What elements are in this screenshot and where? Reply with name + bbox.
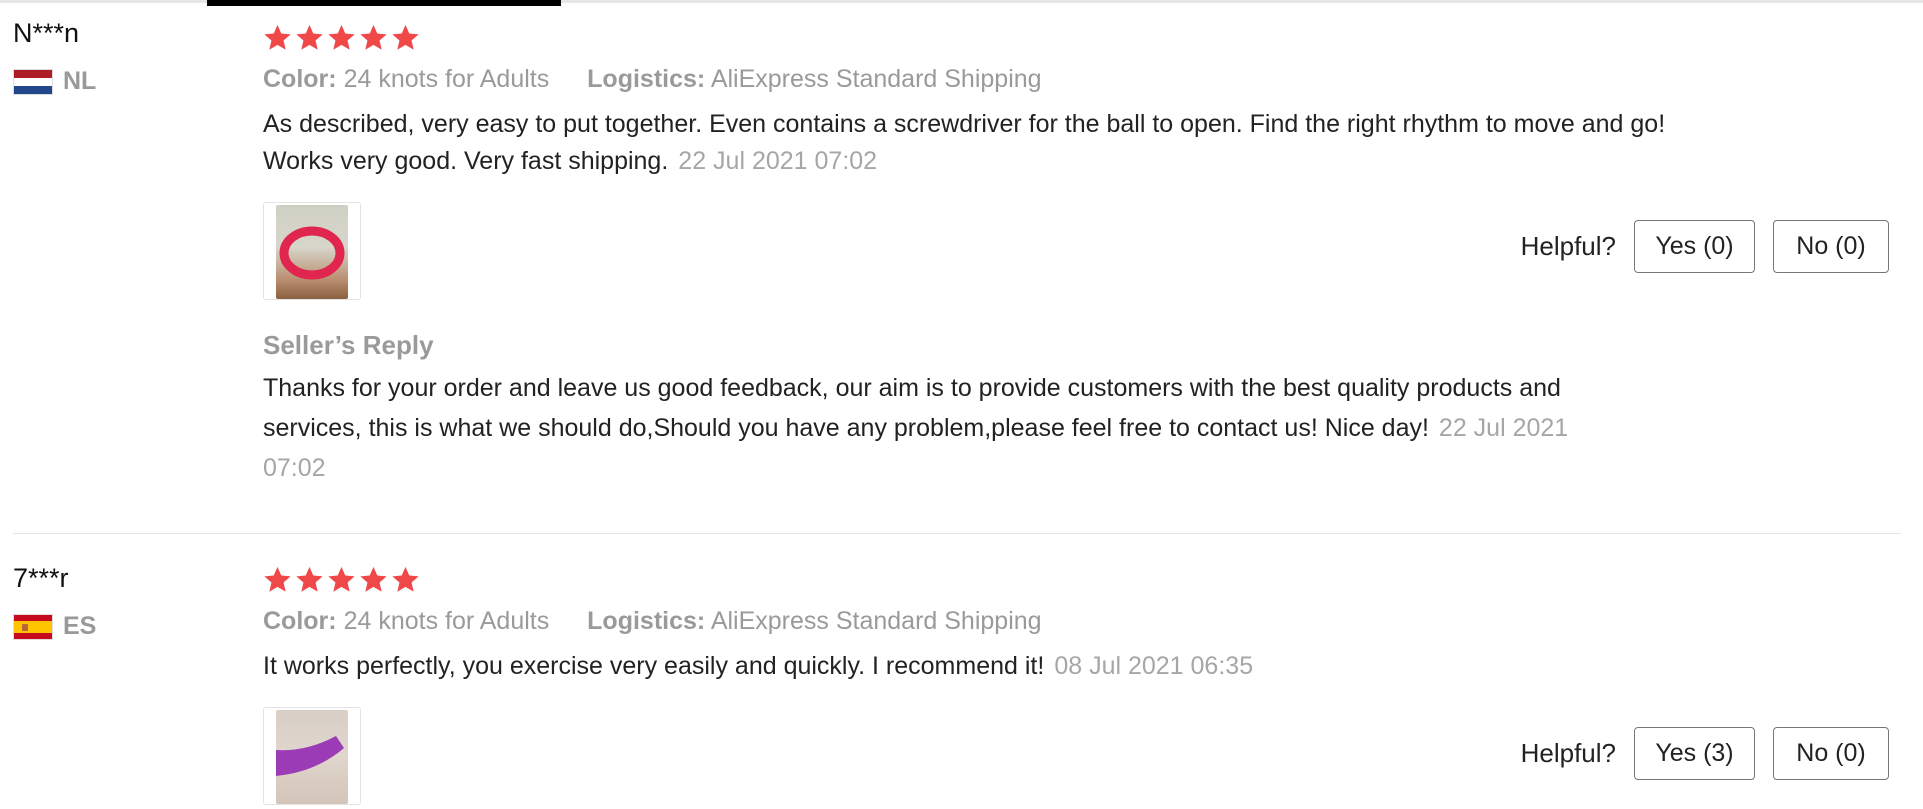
helpful-yes-button[interactable]: Yes (0) xyxy=(1634,220,1755,273)
review-date: 08 Jul 2021 06:35 xyxy=(1054,652,1254,680)
review-attributes: Color: 24 knots for Adults Logistics: Al… xyxy=(263,65,1923,94)
star-rating xyxy=(263,565,1923,594)
reviewer-country: ES xyxy=(13,612,96,641)
review-item: 7***r ES Color: 24 knots for Adults Logi… xyxy=(0,535,1923,808)
review-photo-thumbnail[interactable] xyxy=(263,202,361,300)
helpful-label: Helpful? xyxy=(1520,738,1616,768)
review-photo xyxy=(276,710,348,804)
review-attributes: Color: 24 knots for Adults Logistics: Al… xyxy=(263,607,1923,636)
review-text: It works perfectly, you exercise very ea… xyxy=(263,648,1713,685)
helpful-no-button[interactable]: No (0) xyxy=(1773,727,1889,780)
star-icon xyxy=(392,566,419,592)
seller-reply-text: Thanks for your order and leave us good … xyxy=(263,368,1603,488)
country-code: ES xyxy=(63,612,97,640)
star-icon xyxy=(360,24,387,50)
flag-nl-icon xyxy=(13,68,53,95)
star-icon xyxy=(392,24,419,50)
star-icon xyxy=(296,566,323,592)
review-body: It works perfectly, you exercise very ea… xyxy=(263,652,1045,680)
country-code: NL xyxy=(63,67,97,95)
review-text: As described, very easy to put together.… xyxy=(263,106,1713,180)
hoop-photo-icon xyxy=(276,736,344,776)
review-body: As described, very easy to put together.… xyxy=(263,110,1666,175)
review-divider xyxy=(13,533,1901,534)
color-label: Color: xyxy=(263,607,337,635)
star-icon xyxy=(360,566,387,592)
logistics-value: AliExpress Standard Shipping xyxy=(710,65,1042,93)
reviewer-info: N***n NL xyxy=(13,20,96,96)
helpful-label: Helpful? xyxy=(1520,231,1616,261)
flag-es-icon xyxy=(13,613,53,640)
review-photo-thumbnail[interactable] xyxy=(263,707,361,805)
seller-reply-body: Thanks for your order and leave us good … xyxy=(263,374,1561,442)
star-rating xyxy=(263,23,1923,52)
star-icon xyxy=(296,24,323,50)
helpful-votes: Helpful? Yes (0) No (0) xyxy=(1521,220,1889,273)
helpful-yes-button[interactable]: Yes (3) xyxy=(1634,727,1755,780)
hoop-photo-icon xyxy=(279,226,345,280)
logistics-value: AliExpress Standard Shipping xyxy=(710,607,1042,635)
logistics-label: Logistics: xyxy=(587,607,706,635)
color-label: Color: xyxy=(263,65,337,93)
reviewer-country: NL xyxy=(13,67,96,96)
logistics-label: Logistics: xyxy=(587,65,706,93)
color-value: 24 knots for Adults xyxy=(343,65,550,93)
helpful-no-button[interactable]: No (0) xyxy=(1773,220,1889,273)
star-icon xyxy=(328,24,355,50)
seller-reply-title: Seller’s Reply xyxy=(263,330,434,360)
reviewer-info: 7***r ES xyxy=(13,565,96,641)
review-item: N***n NL Color: 24 knots for Adults Logi… xyxy=(0,0,1923,535)
helpful-votes: Helpful? Yes (3) No (0) xyxy=(1521,727,1889,780)
review-date: 22 Jul 2021 07:02 xyxy=(678,147,878,175)
reviewer-name: 7***r xyxy=(13,563,69,593)
reviewer-name: N***n xyxy=(13,18,80,48)
star-icon xyxy=(328,566,355,592)
color-value: 24 knots for Adults xyxy=(343,607,550,635)
star-icon xyxy=(264,566,291,592)
review-photo xyxy=(276,205,348,299)
star-icon xyxy=(264,24,291,50)
